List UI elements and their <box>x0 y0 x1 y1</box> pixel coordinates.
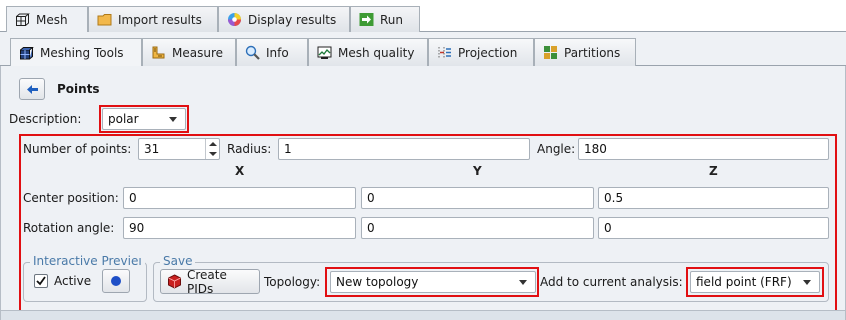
axis-y-header: Y <box>473 164 482 178</box>
description-select[interactable]: polar <box>102 108 186 130</box>
topology-highlight <box>325 267 539 297</box>
center-z-value: 0.5 <box>604 191 624 205</box>
angle-label: Angle: <box>537 142 576 156</box>
partitions-icon <box>543 45 558 60</box>
center-z-input[interactable]: 0.5 <box>598 187 829 209</box>
tab-measure[interactable]: Measure <box>142 38 236 66</box>
axis-x-header: X <box>235 164 245 178</box>
tab-partitions[interactable]: Partitions <box>534 38 636 66</box>
spinner-arrows-icon[interactable] <box>205 139 219 159</box>
color-wheel-icon <box>227 12 242 27</box>
folder-icon <box>97 12 112 27</box>
num-points-value: 31 <box>144 142 160 156</box>
interactive-preview-title: Interactive Previeı <box>30 254 145 268</box>
tab-label: Display results <box>248 12 337 27</box>
tab-label: Run <box>380 12 404 27</box>
preview-color-button[interactable] <box>102 269 130 293</box>
points-panel: Points Description: polar Number of poin… <box>0 66 846 320</box>
tab-mesh-quality[interactable]: Mesh quality <box>308 38 428 66</box>
back-arrow-icon <box>25 82 40 97</box>
meshing-tools-icon <box>19 46 34 61</box>
rotation-y-input[interactable]: 0 <box>361 217 594 239</box>
projection-icon <box>437 45 452 60</box>
interactive-preview-group: Interactive Previeı Active <box>23 254 147 302</box>
tab-label: Mesh quality <box>338 45 415 60</box>
tab-label: Partitions <box>564 45 621 60</box>
tab-info[interactable]: Info <box>236 38 308 66</box>
axis-z-header: Z <box>709 164 718 178</box>
page-title: Points <box>57 82 100 96</box>
center-x-value: 0 <box>129 191 137 205</box>
rotation-y-value: 0 <box>367 221 375 235</box>
tab-label: Info <box>266 45 289 60</box>
tab-meshing-tools[interactable]: Meshing Tools <box>10 38 142 67</box>
num-points-label: Number of points: <box>23 142 132 156</box>
add-to-analysis-label: Add to current analysis: <box>540 275 683 289</box>
tab-mesh[interactable]: Mesh <box>6 6 88 33</box>
rotation-x-value: 90 <box>129 221 145 235</box>
tab-display-results[interactable]: Display results <box>218 6 350 32</box>
tab-label: Meshing Tools <box>40 46 124 60</box>
angle-value: 180 <box>584 142 607 156</box>
tab-run[interactable]: Run <box>350 6 420 32</box>
radius-value: 1 <box>284 142 292 156</box>
tab-import-results[interactable]: Import results <box>88 6 218 32</box>
description-label: Description: <box>9 112 82 126</box>
topology-label: Topology: <box>264 275 321 289</box>
rotation-x-input[interactable]: 90 <box>123 217 356 239</box>
angle-input[interactable]: 180 <box>578 138 829 160</box>
main-tab-bar: Mesh Import results Display results Run <box>0 0 846 33</box>
mesh-quality-icon <box>317 45 332 60</box>
bottom-edge <box>1 310 845 320</box>
tab-projection[interactable]: Projection <box>428 38 534 66</box>
red-cube-icon <box>167 274 182 289</box>
create-pids-label: Create PIDs <box>187 267 227 296</box>
blue-dot-icon <box>111 276 121 286</box>
num-points-spinbox[interactable]: 31 <box>138 138 220 160</box>
active-label: Active <box>54 274 92 288</box>
rotation-z-value: 0 <box>604 221 612 235</box>
tab-label: Import results <box>118 12 202 27</box>
radius-label: Radius: <box>227 142 272 156</box>
tab-label: Measure <box>172 45 223 60</box>
description-value: polar <box>108 112 139 126</box>
radius-input[interactable]: 1 <box>278 138 530 160</box>
sub-tab-bar: Meshing Tools Measure Info Mesh quality … <box>0 32 846 67</box>
chevron-down-icon <box>169 117 177 122</box>
save-group-title: Save <box>160 254 196 268</box>
center-x-input[interactable]: 0 <box>123 187 356 209</box>
active-checkbox[interactable] <box>34 274 48 288</box>
center-position-label: Center position: <box>23 191 119 205</box>
tab-label: Projection <box>458 45 518 60</box>
create-pids-button[interactable]: Create PIDs <box>160 267 260 296</box>
tab-label: Mesh <box>36 13 68 27</box>
rotation-z-input[interactable]: 0 <box>598 217 829 239</box>
measure-icon <box>151 45 166 60</box>
analysis-highlight <box>686 267 824 297</box>
run-arrow-icon <box>359 12 374 27</box>
mesh-icon <box>15 13 30 28</box>
back-button[interactable] <box>19 78 45 100</box>
center-y-value: 0 <box>367 191 375 205</box>
checkmark-icon <box>36 276 46 286</box>
info-magnifier-icon <box>245 45 260 60</box>
rotation-angle-label: Rotation angle: <box>23 221 115 235</box>
center-y-input[interactable]: 0 <box>361 187 594 209</box>
